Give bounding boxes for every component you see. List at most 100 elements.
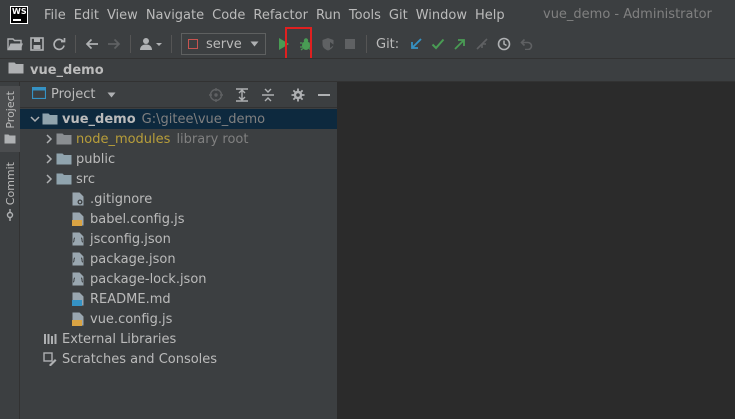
tree-file-row[interactable]: README.md — [20, 289, 337, 309]
chevron-right-icon[interactable] — [42, 154, 56, 164]
navigation-bar: vue_demo — [0, 58, 735, 82]
menu-window[interactable]: Window — [416, 8, 467, 23]
window-title: vue_demo - Administrator — [543, 7, 712, 22]
expand-all-icon[interactable] — [229, 82, 255, 108]
root-folder-path: G:\gitee\vue_demo — [141, 111, 266, 127]
open-folder-icon[interactable] — [4, 33, 26, 55]
tree-file-row[interactable]: package-lock.json — [20, 269, 337, 289]
tree-root-row[interactable]: vue_demo G:\gitee\vue_demo — [20, 109, 337, 129]
tree-scratches-row[interactable]: Scratches and Consoles — [20, 349, 337, 369]
tree-file-row[interactable]: jsconfig.json — [20, 229, 337, 249]
menu-help[interactable]: Help — [475, 8, 505, 23]
history-icon[interactable] — [493, 33, 515, 55]
git-update-icon[interactable] — [405, 33, 427, 55]
gitignore-file-icon — [70, 191, 86, 207]
git-merge-icon[interactable] — [471, 33, 493, 55]
chevron-right-icon[interactable] — [42, 174, 56, 184]
editor-area[interactable] — [338, 82, 735, 419]
folder-icon — [4, 133, 16, 148]
run-configuration-dropdown[interactable]: serve — [181, 33, 266, 55]
file-name: README.md — [90, 291, 171, 307]
tree-file-row[interactable]: .gitignore — [20, 189, 337, 209]
scratches-icon — [42, 351, 58, 367]
tree-file-row[interactable]: babel.config.js — [20, 209, 337, 229]
folder-icon — [56, 171, 72, 187]
menu-run[interactable]: Run — [316, 8, 341, 23]
title-bar: WS File Edit View Navigate Code Refactor… — [0, 0, 735, 30]
chevron-down-icon[interactable] — [107, 87, 116, 102]
commit-icon — [4, 209, 16, 225]
menu-tools[interactable]: Tools — [349, 8, 381, 23]
library-icon — [42, 331, 58, 347]
rollback-icon[interactable] — [515, 33, 537, 55]
file-name: vue.config.js — [90, 311, 173, 327]
tree-folder-row[interactable]: node_modules library root — [20, 129, 337, 149]
chevron-down-icon[interactable] — [28, 115, 42, 123]
locate-file-icon[interactable] — [203, 82, 229, 108]
breadcrumb-project[interactable]: vue_demo — [30, 63, 104, 78]
tree-file-row[interactable]: package.json — [20, 249, 337, 269]
tree-external-libraries-row[interactable]: External Libraries — [20, 329, 337, 349]
menu-navigate[interactable]: Navigate — [146, 8, 204, 23]
tab-commit-label: Commit — [3, 162, 17, 206]
main-menu: File Edit View Navigate Code Refactor Ru… — [44, 8, 513, 23]
js-file-icon — [70, 311, 86, 327]
file-name: babel.config.js — [90, 211, 185, 227]
project-view-icon — [31, 86, 47, 103]
chevron-right-icon[interactable] — [42, 134, 56, 144]
tree-file-row[interactable]: vue.config.js — [20, 309, 337, 329]
menu-git[interactable]: Git — [389, 8, 408, 23]
user-icon[interactable] — [136, 33, 166, 55]
project-tree: vue_demo G:\gitee\vue_demo node_modules … — [20, 108, 337, 369]
external-libraries-label: External Libraries — [62, 331, 177, 347]
collapse-all-icon[interactable] — [255, 82, 281, 108]
folder-name: src — [76, 171, 95, 187]
tab-commit[interactable]: Commit — [0, 162, 20, 222]
git-push-icon[interactable] — [449, 33, 471, 55]
node-modules-name: node_modules — [76, 131, 171, 147]
menu-code[interactable]: Code — [212, 8, 245, 23]
menu-edit[interactable]: Edit — [74, 8, 99, 23]
forward-arrow-icon[interactable] — [103, 33, 125, 55]
toolbar-separator — [366, 35, 367, 53]
sync-icon[interactable] — [48, 33, 70, 55]
toolbar-separator — [171, 35, 172, 53]
git-label: Git: — [376, 36, 400, 52]
stop-icon[interactable] — [339, 33, 361, 55]
markdown-file-icon — [70, 291, 86, 307]
file-name: package.json — [90, 251, 176, 267]
library-root-note: library root — [176, 131, 249, 147]
menu-file[interactable]: File — [44, 8, 66, 23]
coverage-icon[interactable] — [317, 33, 339, 55]
menu-refactor[interactable]: Refactor — [253, 8, 308, 23]
file-name: .gitignore — [90, 191, 153, 207]
run-configuration-label: serve — [206, 36, 242, 52]
back-arrow-icon[interactable] — [81, 33, 103, 55]
minimize-panel-icon[interactable] — [311, 82, 337, 108]
menu-view[interactable]: View — [107, 8, 138, 23]
git-commit-icon[interactable] — [427, 33, 449, 55]
save-icon[interactable] — [26, 33, 48, 55]
folder-icon — [42, 111, 58, 127]
file-name: package-lock.json — [90, 271, 207, 287]
main-toolbar: serve Git: — [0, 30, 735, 58]
gear-icon[interactable] — [285, 82, 311, 108]
project-panel: Project vue_demo G:\gitee\vue_demo node_… — [20, 82, 338, 419]
project-panel-header: Project — [20, 82, 337, 108]
js-file-icon — [70, 211, 86, 227]
panel-header-tools — [203, 82, 337, 108]
json-file-icon — [70, 231, 86, 247]
tab-project-label: Project — [3, 91, 17, 129]
left-tool-strip: Project Commit — [0, 82, 20, 419]
tab-project[interactable]: Project — [0, 86, 20, 152]
folder-name: public — [76, 151, 116, 167]
project-view-selector[interactable]: Project — [51, 87, 95, 102]
tree-folder-row[interactable]: src — [20, 169, 337, 189]
chevron-down-icon — [250, 41, 259, 47]
file-name: jsconfig.json — [90, 231, 171, 247]
toolbar-separator — [75, 35, 76, 53]
tree-folder-row[interactable]: public — [20, 149, 337, 169]
folder-icon — [56, 151, 72, 167]
webstorm-logo-icon[interactable]: WS — [10, 6, 28, 24]
json-file-icon — [70, 271, 86, 287]
